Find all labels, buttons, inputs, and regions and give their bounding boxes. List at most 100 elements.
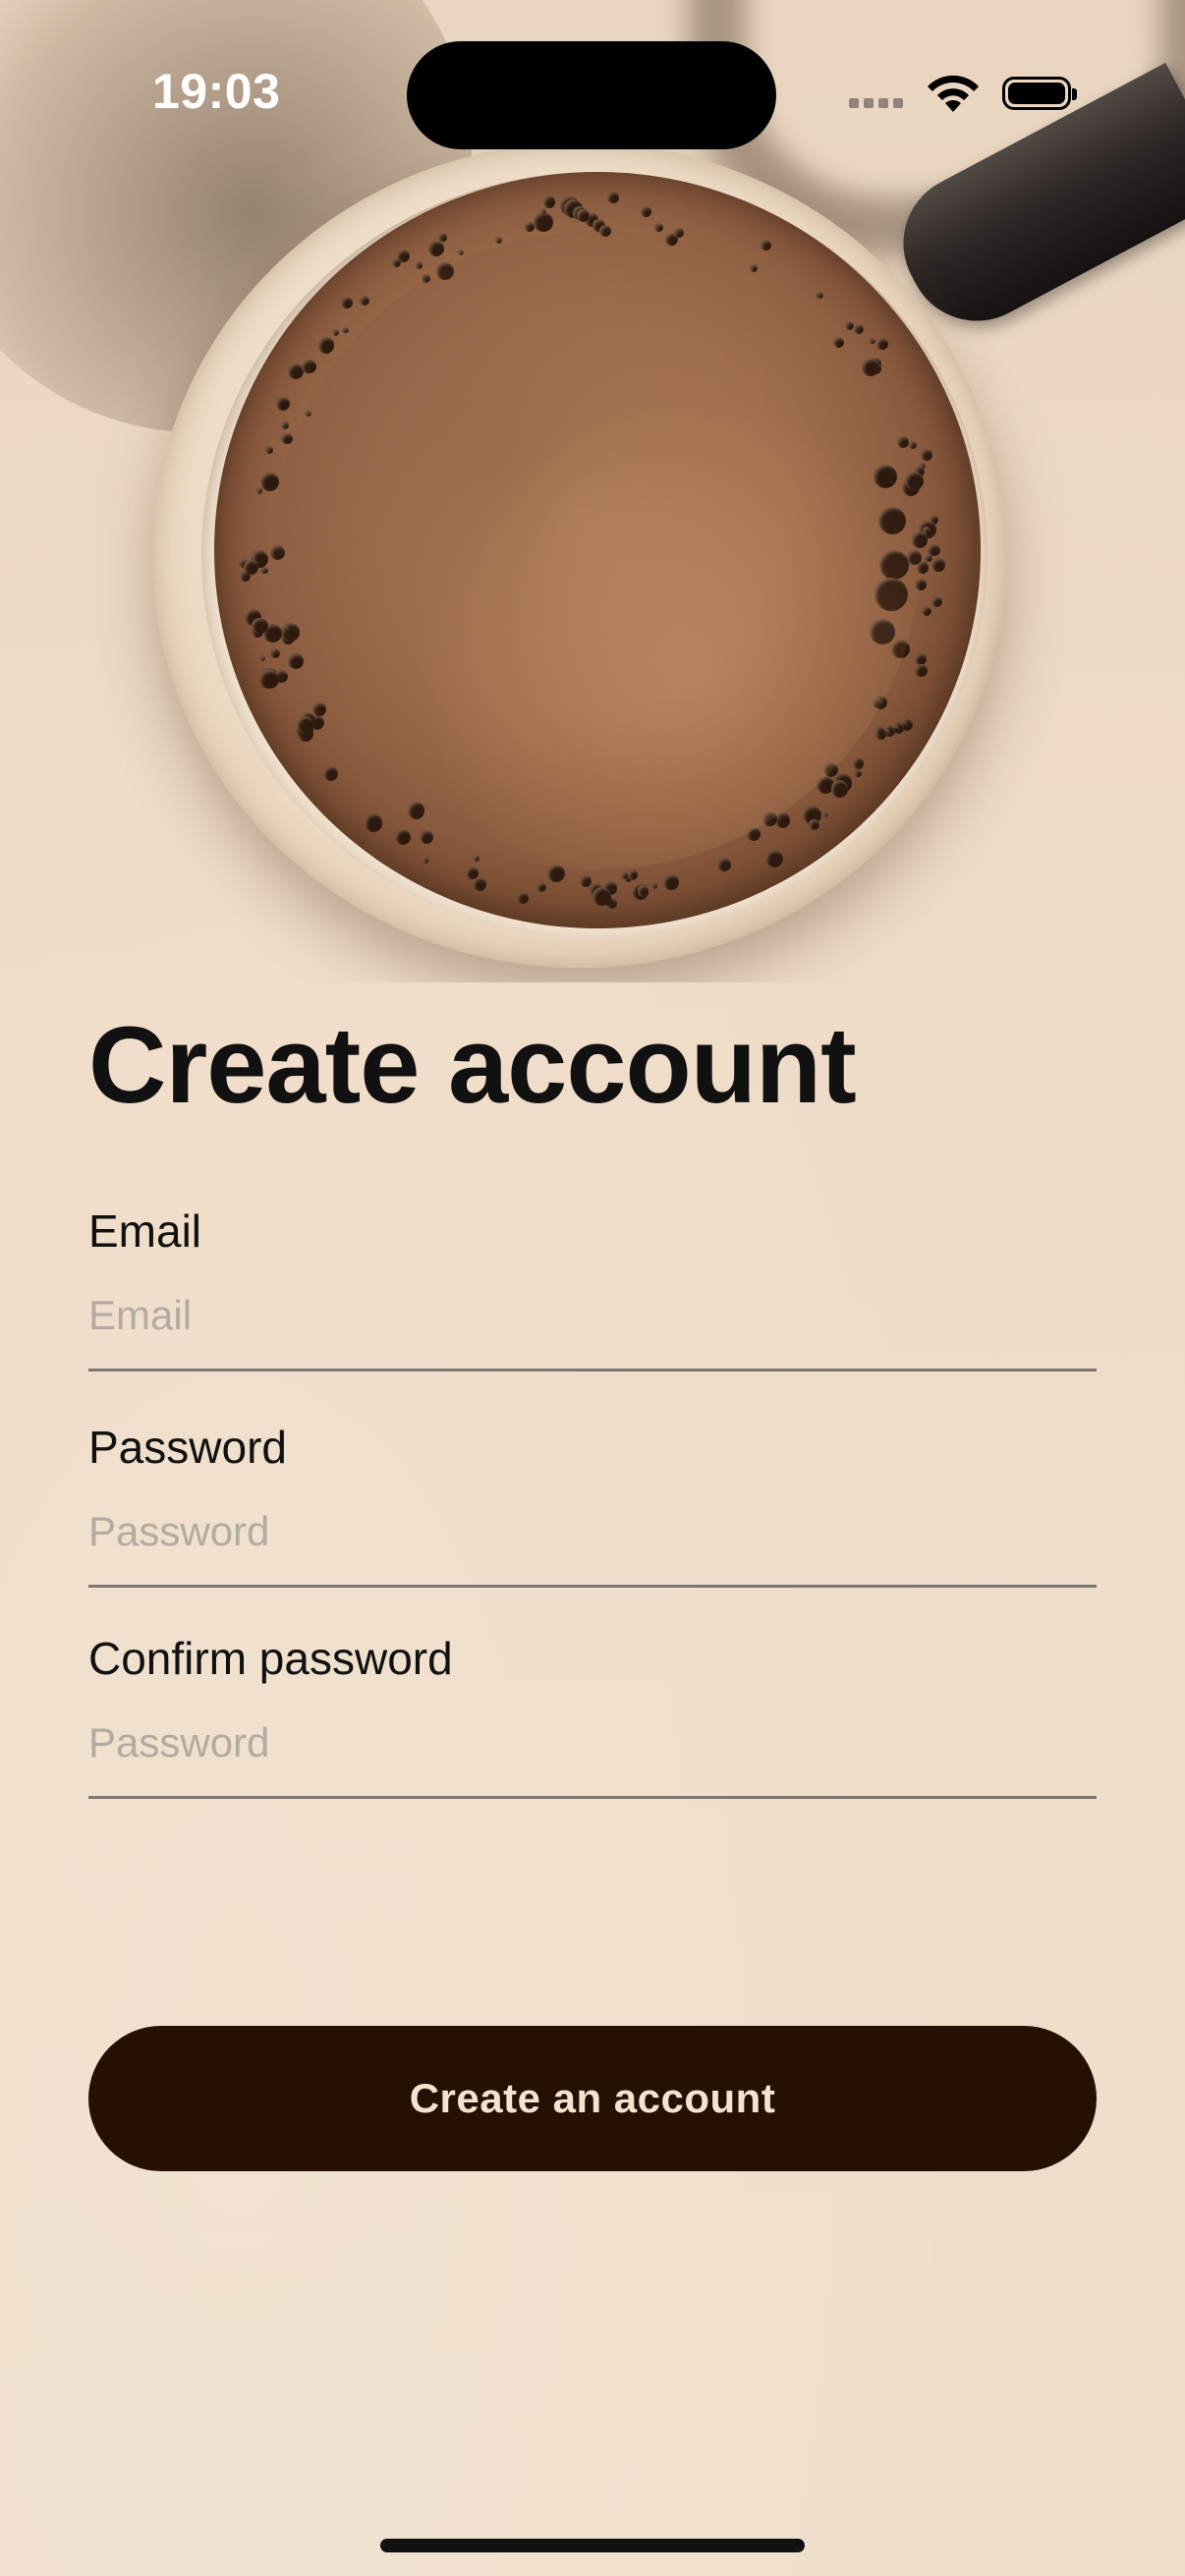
crema-bubble bbox=[844, 320, 854, 331]
crema-bubble bbox=[265, 446, 274, 455]
crema-bubble bbox=[524, 221, 535, 232]
crema-bubble bbox=[542, 196, 556, 208]
confirm-password-label: Confirm password bbox=[88, 1633, 453, 1684]
crema-bubble bbox=[536, 881, 547, 893]
crema-bubble bbox=[281, 432, 293, 445]
crema-bubble bbox=[641, 206, 652, 218]
crema-bubble bbox=[592, 886, 611, 906]
crema-bubble bbox=[457, 249, 465, 255]
crema-bubble bbox=[407, 802, 425, 819]
crema-bubble bbox=[762, 812, 777, 827]
crema-bubble bbox=[598, 224, 612, 238]
crema-bubble bbox=[331, 329, 339, 337]
crema-bubble bbox=[921, 448, 933, 462]
crema-bubble bbox=[607, 192, 619, 203]
crema-bubble bbox=[322, 766, 338, 782]
crema-bubble bbox=[627, 869, 638, 880]
crema-bubble bbox=[663, 874, 679, 890]
crema-bubble bbox=[750, 264, 759, 273]
crema-bubble bbox=[281, 625, 290, 634]
crema-bubble bbox=[869, 337, 875, 344]
crema-bubble bbox=[301, 359, 316, 374]
crema-bubble bbox=[854, 769, 862, 777]
crema-bubble bbox=[472, 877, 487, 892]
crema-bubble bbox=[281, 623, 300, 642]
crema-bubble bbox=[746, 827, 761, 842]
password-label: Password bbox=[88, 1422, 287, 1473]
crema-bubble bbox=[873, 699, 882, 708]
crema-bubble bbox=[280, 420, 290, 430]
crema-bubble bbox=[822, 812, 829, 817]
crema-bubble bbox=[907, 550, 923, 565]
crema-bubble bbox=[494, 236, 502, 244]
crema-bubble bbox=[870, 619, 896, 645]
crema-bubble bbox=[925, 554, 932, 562]
coffee-crema bbox=[214, 172, 981, 928]
create-account-button[interactable]: Create an account bbox=[88, 2026, 1097, 2171]
crema-bubble bbox=[534, 212, 553, 232]
password-field: Password bbox=[88, 1420, 1097, 1588]
page-title: Create account bbox=[88, 1005, 857, 1126]
crema-bubble bbox=[435, 261, 455, 281]
cellular-signal-icon bbox=[849, 98, 908, 110]
password-input[interactable] bbox=[88, 1504, 1097, 1559]
crema-bubble bbox=[428, 241, 445, 257]
crema-bubble bbox=[312, 702, 326, 717]
crema-bubble bbox=[874, 578, 908, 612]
crema-bubble bbox=[422, 857, 429, 865]
crema-bubble bbox=[546, 864, 565, 882]
crema-bubble bbox=[897, 436, 909, 449]
crema-bubble bbox=[873, 465, 897, 489]
wifi-icon bbox=[928, 75, 979, 112]
confirm-password-underline bbox=[88, 1796, 1097, 1799]
email-label: Email bbox=[88, 1205, 202, 1257]
crema-bubble bbox=[917, 561, 930, 574]
crema-bubble bbox=[875, 338, 888, 350]
crema-bubble bbox=[297, 716, 314, 734]
crema-bubble bbox=[270, 648, 280, 658]
confirm-password-input[interactable] bbox=[88, 1715, 1097, 1770]
crema-bubble bbox=[419, 829, 433, 844]
crema-bubble bbox=[716, 858, 731, 872]
confirm-password-field: Confirm password bbox=[88, 1631, 1097, 1799]
crema-bubble bbox=[911, 532, 929, 548]
crema-bubble bbox=[914, 578, 927, 590]
crema-bubble bbox=[921, 605, 931, 616]
crema-bubble bbox=[816, 291, 823, 299]
crema-bubble bbox=[341, 297, 353, 308]
crema-bubble bbox=[908, 441, 917, 450]
crema-bubble bbox=[415, 261, 423, 269]
crema-bubble bbox=[822, 761, 838, 778]
crema-bubble bbox=[674, 227, 685, 238]
home-indicator[interactable] bbox=[380, 2539, 805, 2552]
battery-icon bbox=[1002, 77, 1077, 110]
crema-bubble bbox=[576, 208, 591, 223]
crema-bubble bbox=[392, 258, 402, 268]
crema-bubble bbox=[878, 550, 909, 581]
crema-bubble bbox=[914, 652, 928, 666]
email-input[interactable] bbox=[88, 1288, 1097, 1343]
crema-bubble bbox=[421, 273, 430, 283]
crema-bubble bbox=[931, 596, 942, 608]
crema-bubble bbox=[260, 566, 268, 575]
crema-bubble bbox=[808, 819, 819, 831]
crema-bubble bbox=[915, 664, 929, 678]
crema-bubble bbox=[890, 639, 911, 659]
crema-bubble bbox=[360, 296, 370, 307]
crema-bubble bbox=[305, 411, 311, 418]
status-time: 19:03 bbox=[152, 64, 281, 119]
crema-bubble bbox=[774, 812, 791, 829]
crema-bubble bbox=[259, 473, 279, 492]
crema-bubble bbox=[830, 780, 849, 798]
crema-bubble bbox=[275, 396, 290, 411]
dynamic-island bbox=[407, 41, 776, 149]
email-field: Email bbox=[88, 1204, 1097, 1372]
crema-bubble bbox=[765, 850, 783, 868]
crema-bubble bbox=[854, 324, 864, 334]
crema-bubble bbox=[365, 813, 383, 832]
crema-bubble bbox=[438, 233, 447, 242]
crema-bubble bbox=[637, 885, 649, 897]
email-underline bbox=[88, 1369, 1097, 1372]
crema-bubble bbox=[317, 337, 335, 354]
crema-bubble bbox=[269, 544, 285, 561]
